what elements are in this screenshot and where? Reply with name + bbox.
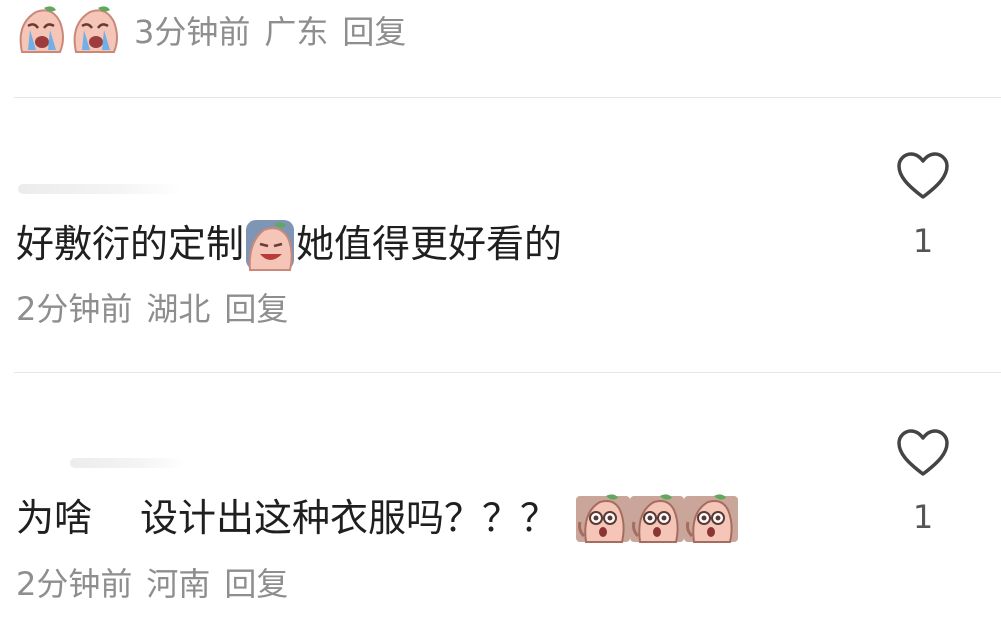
crying-face-emoji [73, 6, 118, 53]
username-blurred [70, 458, 185, 468]
crying-face-emoji [19, 6, 64, 53]
comment-meta: 2分钟前 河南 回复 [16, 568, 288, 600]
heart-outline-icon[interactable] [895, 150, 951, 202]
comment-time: 2分钟前 [16, 565, 133, 603]
comment-text-part: 设计出这种衣服吗？？？ [140, 496, 559, 540]
comment-region: 广东 [264, 13, 329, 51]
comment-body: 为啥 设计出这种衣服吗？？？ [16, 492, 739, 544]
divider [14, 97, 1001, 98]
comment-region: 湖北 [146, 290, 211, 328]
shocked-face-emoji [576, 494, 631, 543]
comment-time: 2分钟前 [16, 290, 133, 328]
shocked-face-emoji [684, 494, 739, 543]
like-count: 1 [912, 498, 934, 536]
like-count: 1 [912, 222, 934, 260]
heart-outline-icon[interactable] [895, 427, 951, 479]
comment-top-meta: 3分钟前 广东 回复 [134, 16, 406, 48]
comment-body: 好敷衍的定制 她值得更好看的 [16, 216, 562, 272]
reply-button[interactable]: 回复 [342, 16, 406, 48]
comment-text-part: 为啥 [16, 496, 93, 540]
reply-button[interactable]: 回复 [224, 293, 288, 325]
username-blurred [18, 184, 183, 194]
reply-button[interactable]: 回复 [224, 568, 288, 600]
crying-face-emoji [246, 220, 295, 271]
comment-text-part: 好敷衍的定制 [16, 222, 245, 266]
comment-text-part: 她值得更好看的 [296, 222, 563, 266]
comment-time: 3分钟前 [134, 13, 251, 51]
shocked-face-emoji [630, 494, 685, 543]
divider [14, 372, 1001, 373]
comment-meta: 2分钟前 湖北 回复 [16, 293, 288, 325]
comment-top-emoji-row [14, 4, 122, 56]
comment-region: 河南 [146, 565, 211, 603]
